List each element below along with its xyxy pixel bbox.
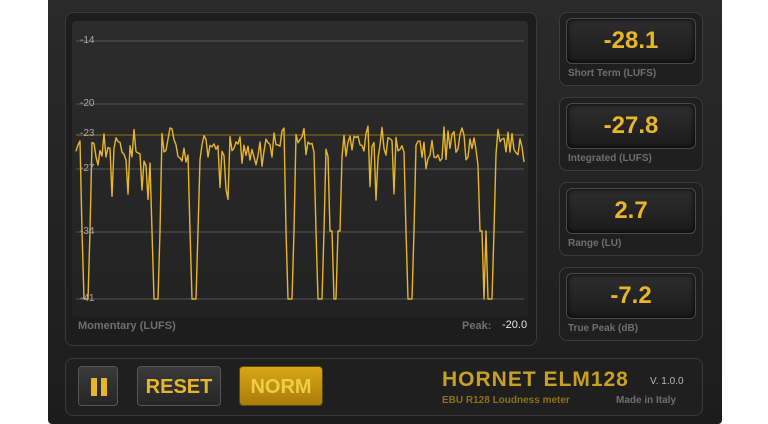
peak-value: -20.0 [502, 319, 528, 331]
true-peak-label: True Peak (dB) [568, 323, 639, 334]
integrated-value: -27.8 [566, 103, 696, 149]
tick-label: -20 [80, 98, 95, 109]
true-peak-value: -7.2 [566, 273, 696, 319]
version-label: V. 1.0.0 [650, 376, 684, 387]
range-label: Range (LU) [568, 238, 622, 249]
made-in-label: Made in Italy [616, 395, 677, 406]
short-term-label: Short Term (LUFS) [568, 68, 657, 79]
momentary-waveform [75, 125, 525, 300]
pause-button[interactable] [78, 366, 118, 406]
product-name: HORNET ELM128 [442, 368, 629, 391]
momentary-label: Momentary (LUFS) [78, 320, 176, 332]
product-subtitle: EBU R128 Loudness meter [442, 395, 570, 406]
tick-label: -27 [80, 163, 95, 174]
tick-label: -23 [80, 128, 95, 139]
loudness-graph-panel: -14 -20 -23 -27 -34 -41 Momentary (LUFS)… [65, 12, 537, 346]
loudness-graph-svg [75, 40, 525, 300]
loudness-graph: -14 -20 -23 -27 -34 -41 [72, 21, 528, 317]
true-peak-meter: -7.2 True Peak (dB) [559, 267, 703, 341]
tick-label: -34 [80, 226, 95, 237]
peak-label: Peak: [462, 320, 492, 332]
control-bar: RESET NORM HORNET ELM128 V. 1.0.0 EBU R1… [65, 358, 703, 416]
plugin-window: -14 -20 -23 -27 -34 -41 Momentary (LUFS)… [48, 0, 722, 424]
short-term-meter: -28.1 Short Term (LUFS) [559, 12, 703, 86]
tick-label: -14 [80, 35, 95, 46]
integrated-meter: -27.8 Integrated (LUFS) [559, 97, 703, 171]
integrated-label: Integrated (LUFS) [568, 153, 652, 164]
reset-button[interactable]: RESET [137, 366, 221, 406]
range-value: 2.7 [566, 188, 696, 234]
range-meter: 2.7 Range (LU) [559, 182, 703, 256]
short-term-value: -28.1 [566, 18, 696, 64]
norm-button[interactable]: NORM [239, 366, 323, 406]
tick-label: -41 [80, 293, 95, 304]
